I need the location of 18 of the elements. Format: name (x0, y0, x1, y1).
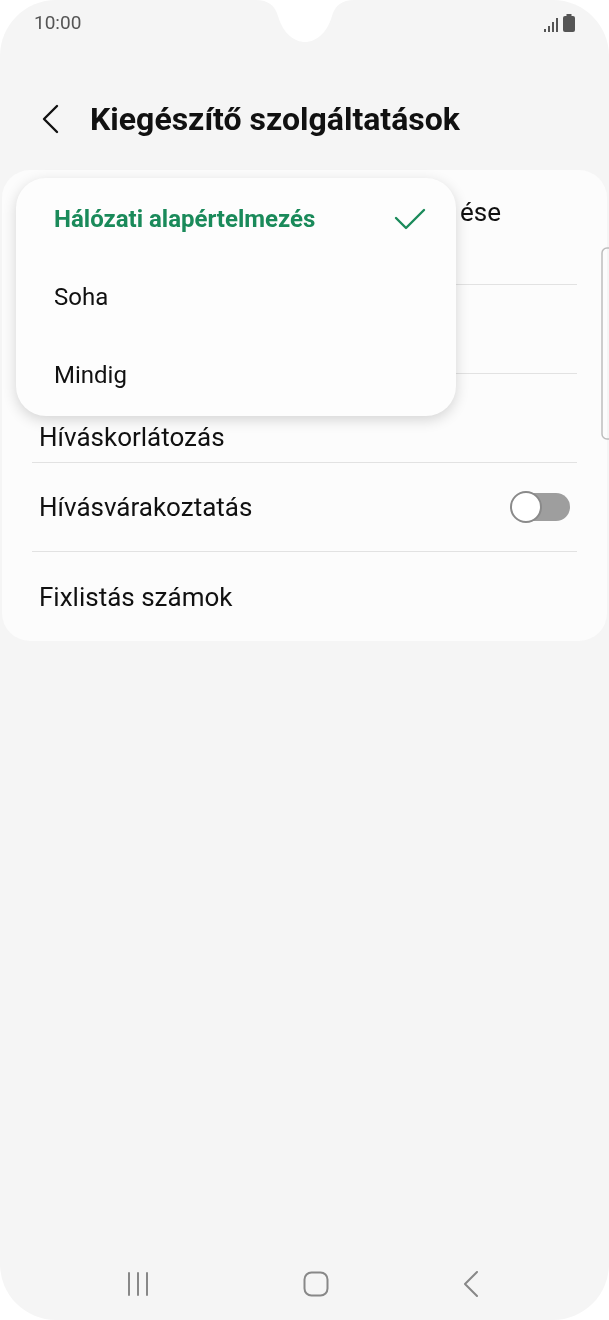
home-icon (302, 1271, 329, 1297)
menu-item[interactable]: Mindig (16, 336, 456, 414)
setting-label[interactable]: Fixlistás számok (39, 581, 233, 612)
recent-apps-icon (126, 1272, 150, 1296)
page-title: Kiegészítő szolgáltatások (90, 99, 460, 140)
back-icon (41, 104, 59, 134)
setting-label[interactable]: Híváskorlátozás (39, 422, 225, 452)
signal-icon (544, 18, 560, 32)
menu-item[interactable]: Soha (16, 258, 456, 336)
home-button[interactable] (301, 1270, 330, 1298)
back-icon (463, 1271, 479, 1297)
battery-icon (563, 14, 575, 32)
setting-label[interactable]: ése (460, 197, 501, 227)
status-time: 10:00 (34, 9, 82, 36)
menu-item[interactable]: Hálózati alapértelmezés (16, 180, 456, 258)
checkmark-icon (394, 208, 426, 230)
setting-label: Hívásvárakoztatás (39, 490, 253, 524)
toggle-switch[interactable] (510, 491, 570, 523)
